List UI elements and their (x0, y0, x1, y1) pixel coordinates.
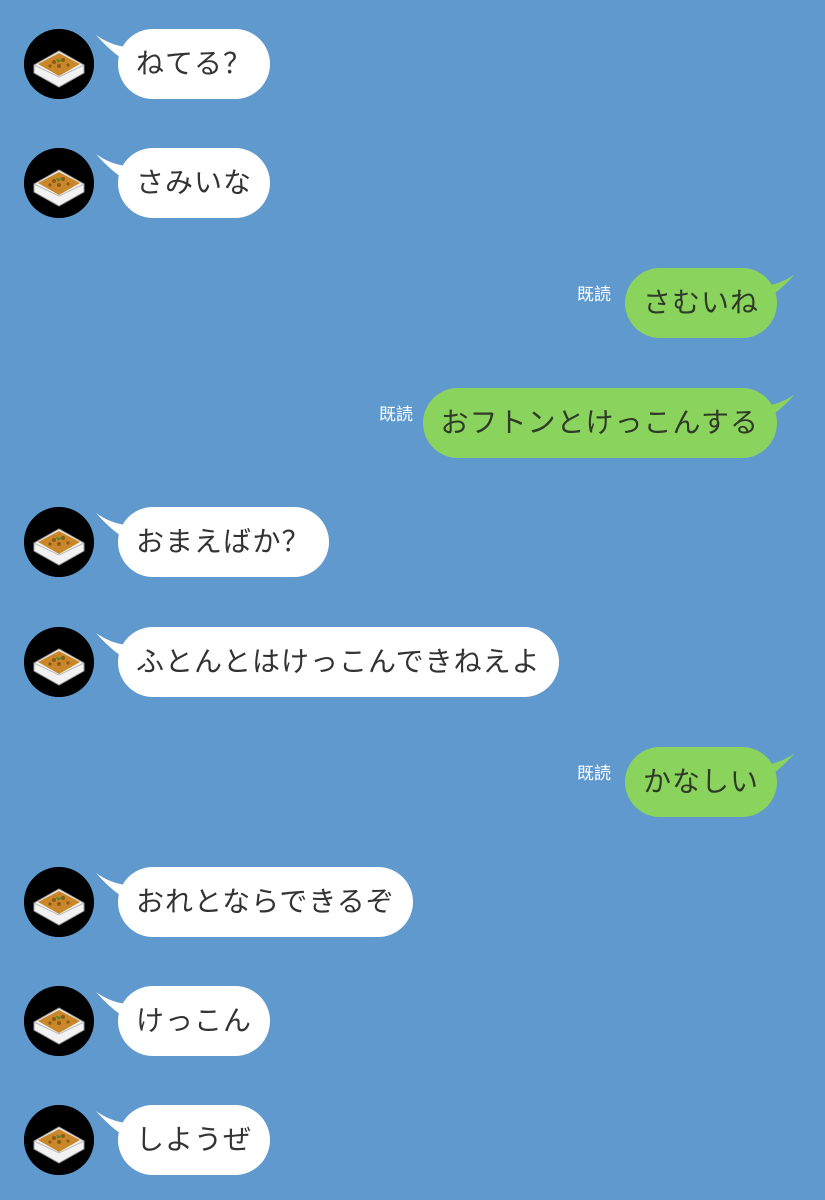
message-row: ねてる？ (0, 29, 825, 99)
avatar[interactable] (24, 29, 94, 99)
natto-bowl-icon (24, 507, 94, 577)
message-row: しようぜ (0, 1105, 825, 1175)
outgoing-message[interactable]: かなしい (624, 747, 777, 817)
read-receipt: 既読 (379, 405, 413, 425)
message-row: 既読 かなしい (0, 747, 825, 817)
read-receipt: 既読 (577, 285, 611, 305)
outgoing-message[interactable]: おフトンとけっこんする (422, 388, 777, 458)
message-row: 既読 おフトンとけっこんする (0, 388, 825, 458)
message-row: 既読 さむいね (0, 268, 825, 338)
message-row: おれとならできるぞ (0, 867, 825, 937)
read-receipt: 既読 (577, 764, 611, 784)
incoming-message[interactable]: ふとんとはけっこんできねえよ (118, 627, 559, 697)
chat-area: ねてる？ さみいな 既読 さむいね 既読 おフトンとけっこんする おまえばか？ … (0, 0, 825, 1200)
natto-bowl-icon (24, 627, 94, 697)
avatar[interactable] (24, 1105, 94, 1175)
avatar[interactable] (24, 986, 94, 1056)
natto-bowl-icon (24, 986, 94, 1056)
natto-bowl-icon (24, 29, 94, 99)
avatar[interactable] (24, 507, 94, 577)
incoming-message[interactable]: しようぜ (118, 1105, 271, 1175)
message-row: さみいな (0, 148, 825, 218)
incoming-message[interactable]: けっこん (118, 986, 271, 1056)
natto-bowl-icon (24, 1105, 94, 1175)
incoming-message[interactable]: さみいな (118, 148, 271, 218)
outgoing-message[interactable]: さむいね (624, 268, 777, 338)
natto-bowl-icon (24, 867, 94, 937)
message-row: おまえばか？ (0, 507, 825, 577)
avatar[interactable] (24, 867, 94, 937)
incoming-message[interactable]: おまえばか？ (118, 507, 329, 577)
incoming-message[interactable]: ねてる？ (118, 29, 271, 99)
avatar[interactable] (24, 148, 94, 218)
message-row: けっこん (0, 986, 825, 1056)
incoming-message[interactable]: おれとならできるぞ (118, 867, 413, 937)
message-row: ふとんとはけっこんできねえよ (0, 627, 825, 697)
avatar[interactable] (24, 627, 94, 697)
natto-bowl-icon (24, 148, 94, 218)
